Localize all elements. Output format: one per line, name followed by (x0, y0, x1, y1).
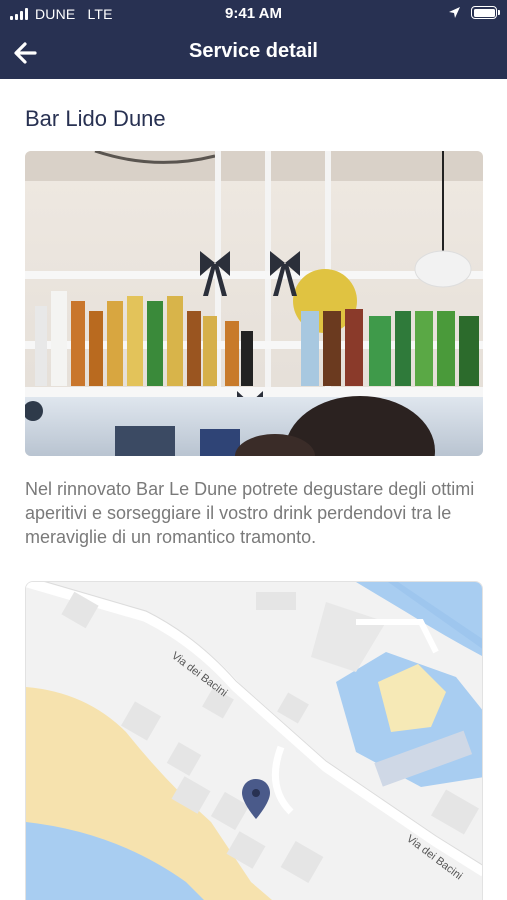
service-description: Nel rinnovato Bar Le Dune potrete degust… (25, 479, 475, 547)
status-bar: DUNE LTE 9:41 AM (0, 0, 507, 28)
service-detail-content: Bar Lido Dune Nel rinnovato Bar Le Dune … (0, 79, 507, 900)
app-header: DUNE LTE 9:41 AM Service detail (0, 0, 507, 79)
page-title: Service detail (189, 40, 318, 62)
status-icons (448, 6, 500, 19)
map-canvas: Via dei Bacini Via dei Bacini (26, 582, 482, 900)
navigation-bar: Service detail (0, 28, 507, 79)
location-map[interactable]: Via dei Bacini Via dei Bacini (25, 581, 483, 900)
service-photo (25, 151, 483, 456)
location-arrow-icon (449, 7, 460, 18)
service-name: Bar Lido Dune (25, 106, 166, 131)
bar-image (25, 151, 483, 456)
status-time: 9:41 AM (225, 5, 282, 22)
battery-icon (471, 6, 500, 19)
